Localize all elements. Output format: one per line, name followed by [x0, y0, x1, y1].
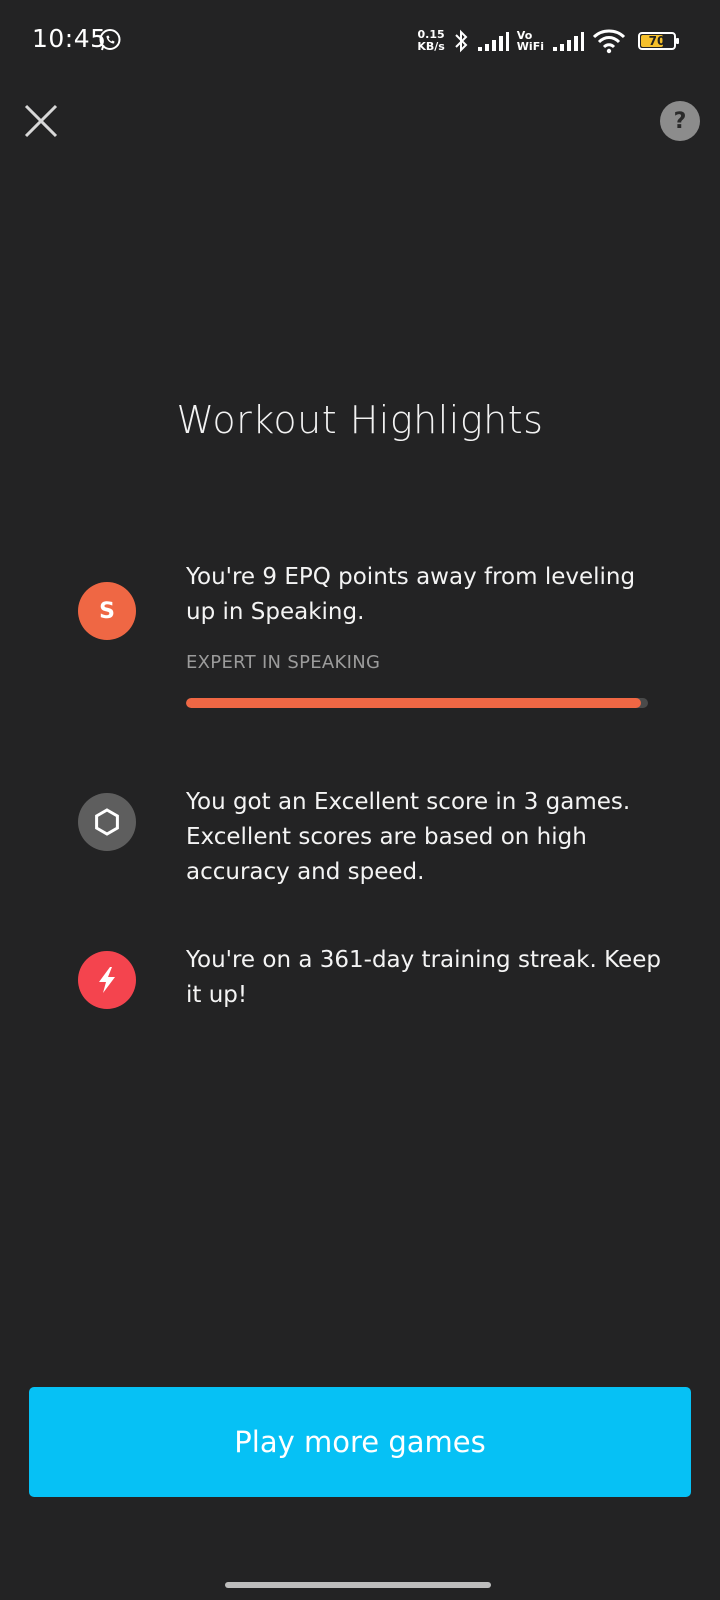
- help-button[interactable]: ?: [660, 101, 700, 141]
- highlight-text: You're 9 EPQ points away from leveling u…: [186, 564, 636, 625]
- hexagon-icon: [78, 793, 136, 851]
- progress-label: EXPERT IN SPEAKING: [186, 652, 381, 673]
- status-time: 10:45: [32, 24, 107, 53]
- lightning-icon: [78, 951, 136, 1009]
- signal-icon-2: [553, 32, 584, 51]
- net-speed-unit: KB/s: [417, 40, 445, 53]
- net-speed: 0.15 KB/s: [417, 29, 444, 53]
- whatsapp-icon: [99, 29, 121, 51]
- wifi-icon: [592, 29, 626, 54]
- speaking-icon-letter: S: [99, 598, 115, 624]
- battery-icon: 70: [638, 32, 679, 50]
- vowifi-label: Vo WiFi: [517, 30, 544, 52]
- battery-level: 70: [648, 34, 666, 48]
- status-icons: 0.15 KB/s Vo WiFi 70: [417, 24, 679, 58]
- page-title: Workout Highlights: [176, 398, 544, 442]
- status-bar: 10:45 0.15 KB/s Vo WiFi 70: [0, 0, 720, 80]
- question-icon: ?: [673, 108, 687, 134]
- highlight-text: You're on a 361-day training streak. Kee…: [186, 947, 661, 1008]
- home-indicator[interactable]: [225, 1582, 491, 1588]
- signal-icon: [477, 32, 509, 51]
- play-more-games-button[interactable]: Play more games: [29, 1387, 691, 1497]
- progress-bar: [186, 698, 648, 708]
- highlight-text: You got an Excellent score in 3 games. E…: [186, 789, 631, 885]
- close-icon[interactable]: [20, 100, 62, 142]
- progress-fill: [186, 698, 642, 708]
- volte-bottom: WiFi: [516, 40, 544, 53]
- speaking-icon: S: [78, 582, 136, 640]
- bluetooth-icon: [455, 29, 468, 53]
